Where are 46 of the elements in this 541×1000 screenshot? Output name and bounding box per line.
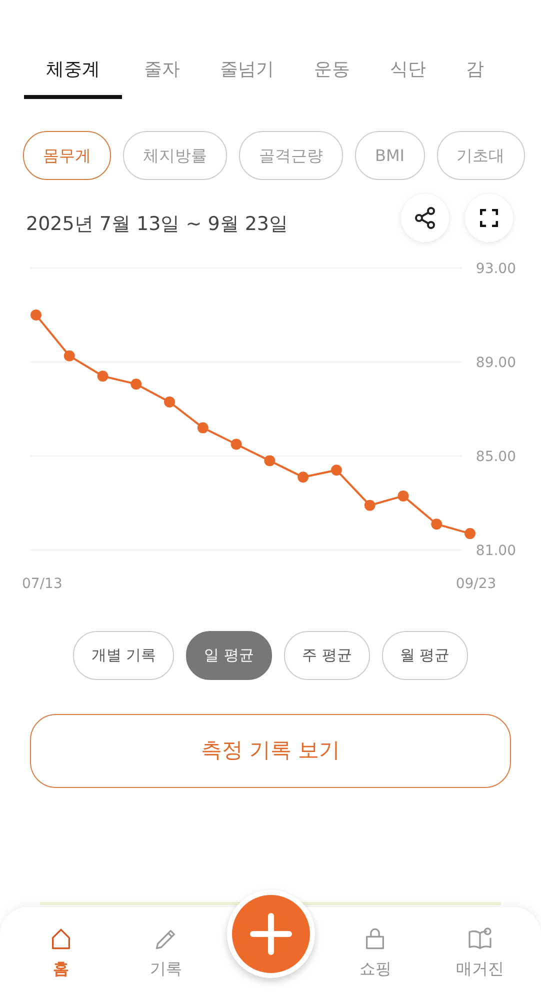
category-tab[interactable]: 체중계	[24, 56, 122, 99]
metric-chip[interactable]: BMI	[355, 131, 424, 180]
data-point	[398, 490, 409, 502]
data-point	[130, 378, 142, 390]
fullscreen-button[interactable]	[465, 194, 513, 242]
category-tab[interactable]: 줄넘기	[220, 56, 274, 99]
data-point	[97, 370, 108, 382]
y-axis-label: 93.00	[476, 261, 516, 277]
fullscreen-icon	[480, 209, 498, 227]
data-point	[64, 350, 75, 362]
metric-chip[interactable]: 체지방률	[123, 131, 227, 180]
data-point	[464, 528, 476, 540]
period-toggle[interactable]: 주 평균	[284, 631, 370, 680]
data-point	[230, 438, 242, 450]
x-axis-label: 07/13	[22, 576, 62, 592]
data-point	[197, 422, 208, 434]
data-point	[330, 464, 342, 476]
data-point	[164, 396, 176, 408]
period-toggle[interactable]: 개별 기록	[73, 631, 174, 680]
y-axis-label: 81.00	[476, 543, 516, 559]
data-point	[30, 310, 42, 320]
data-point	[298, 472, 309, 483]
category-tab[interactable]: 식단	[390, 56, 426, 99]
date-range: 2025년 7월 13일 ~ 9월 23일	[26, 212, 288, 237]
category-tab[interactable]: 운동	[314, 56, 350, 99]
y-axis-label: 85.00	[476, 449, 516, 465]
category-tab[interactable]: 감	[466, 56, 484, 99]
nav-tab[interactable]: 쇼핑	[330, 907, 420, 1000]
share-icon	[413, 206, 437, 230]
nav-tab[interactable]: 홈	[16, 907, 106, 1000]
plus-icon	[249, 912, 293, 956]
x-axis-label: 09/23	[456, 576, 496, 592]
data-point	[364, 500, 376, 511]
y-axis-label: 89.00	[476, 355, 516, 371]
metric-chip[interactable]: 골격근량	[239, 131, 343, 180]
metric-chip[interactable]: 몸무게	[23, 131, 111, 180]
view-records-button[interactable]: 측정 기록 보기	[30, 714, 511, 788]
data-point	[431, 518, 442, 530]
data-point	[264, 455, 276, 466]
period-toggle[interactable]: 월 평균	[382, 631, 468, 680]
category-tab[interactable]: 줄자	[144, 56, 180, 99]
metric-chip[interactable]: 기초대	[436, 131, 524, 180]
period-toggle[interactable]: 일 평균	[186, 631, 272, 680]
share-button[interactable]	[401, 194, 449, 242]
nav-tab[interactable]: 기록	[120, 907, 211, 1000]
nav-tab[interactable]: 매거진	[435, 907, 525, 1000]
